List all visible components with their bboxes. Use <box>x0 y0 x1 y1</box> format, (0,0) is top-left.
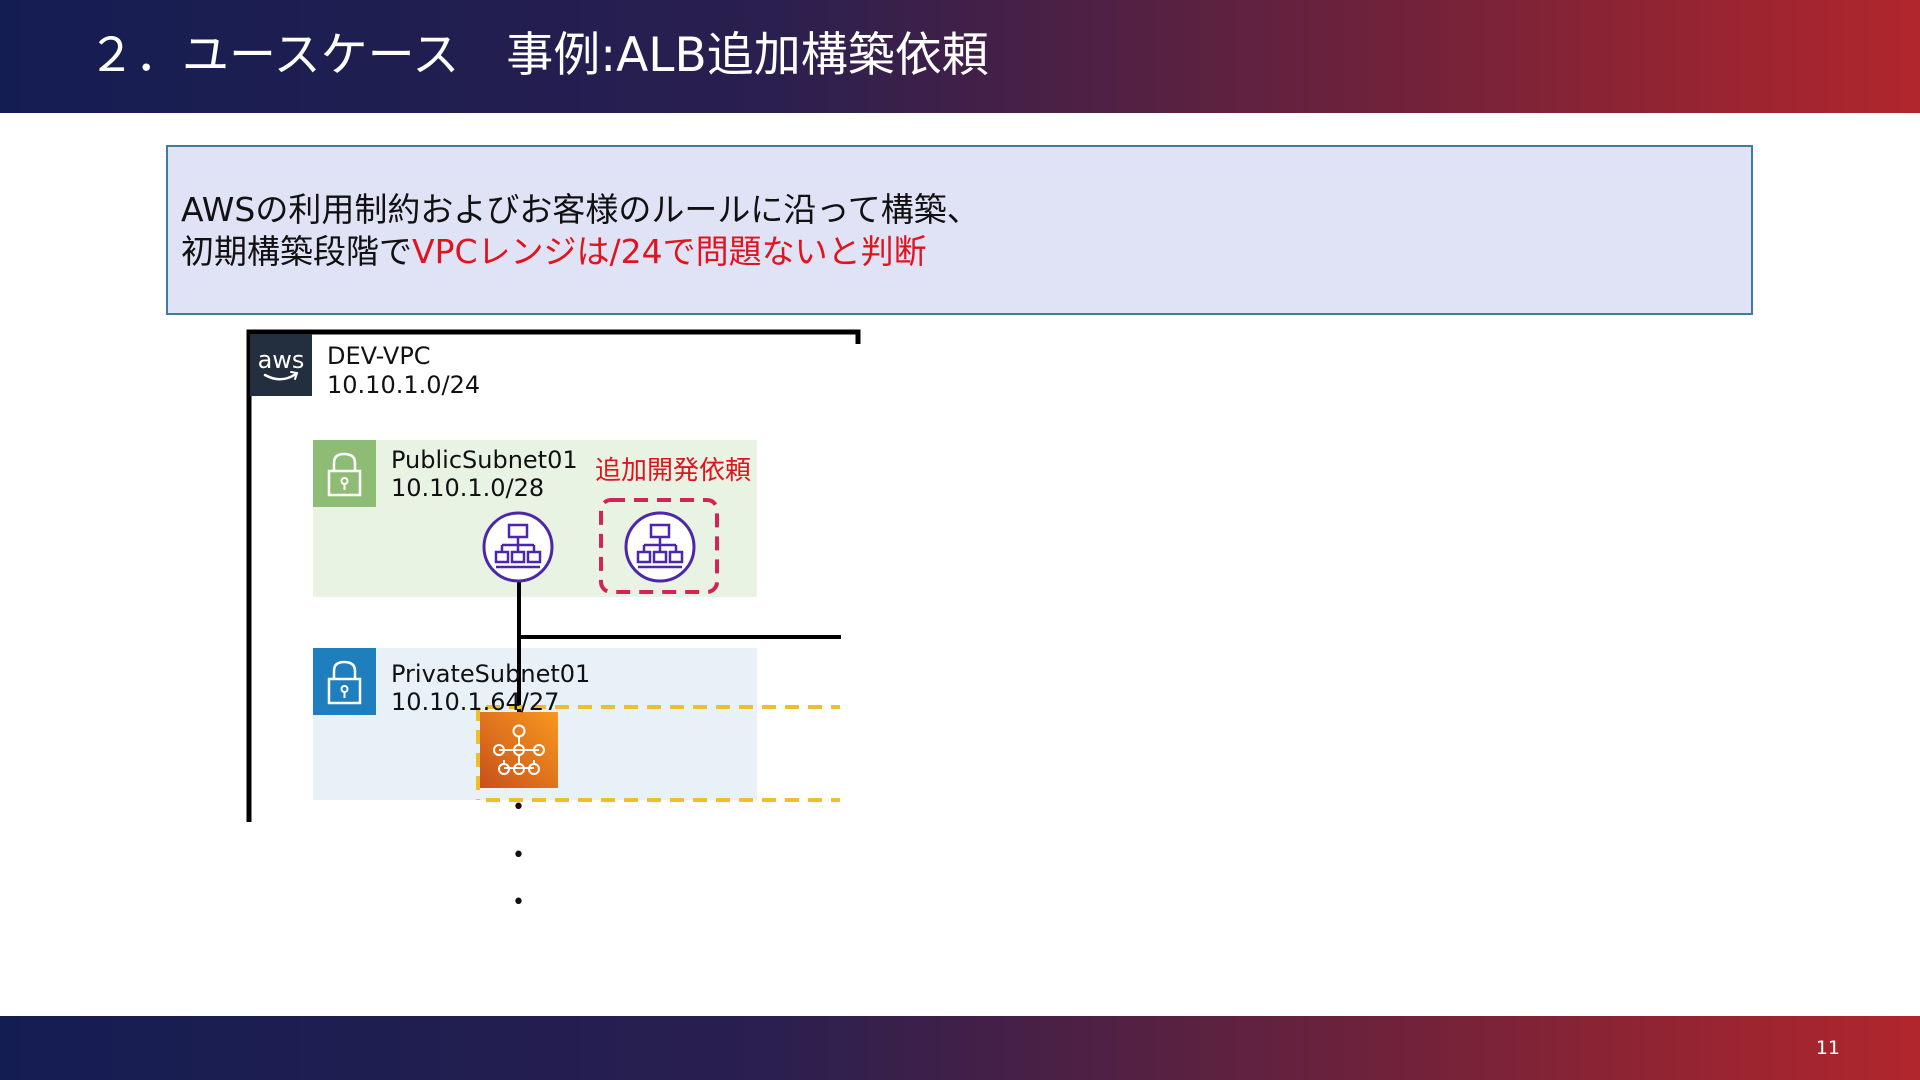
additional-request-label: 追加開発依頼 <box>595 456 752 486</box>
continuation-dot-2: • <box>512 843 525 868</box>
private-subnet-cidr: 10.10.1.64/27 <box>391 688 560 716</box>
private-subnet-lock-icon <box>313 648 376 715</box>
diagram-canvas: aws <box>246 329 861 822</box>
page-number: 11 <box>1815 1037 1840 1059</box>
slide-footer: 11 <box>0 1016 1920 1080</box>
private-subnet-name: PrivateSubnet01 <box>391 660 591 688</box>
public-subnet-lock-icon <box>313 440 376 507</box>
continuation-dot-3: • <box>512 890 525 915</box>
alb-icon <box>482 511 554 583</box>
vpc-cidr: 10.10.1.0/24 <box>327 371 481 399</box>
ecs-icon <box>480 712 558 788</box>
aws-logo-text: aws <box>258 346 305 374</box>
public-subnet-cidr: 10.10.1.0/28 <box>391 474 545 502</box>
alb-request-icon <box>624 511 696 583</box>
vpc-name: DEV-VPC <box>327 342 431 370</box>
public-subnet-name: PublicSubnet01 <box>391 446 578 474</box>
continuation-dot-1: • <box>512 795 525 820</box>
network-diagram: aws DEV-VPC 10.10.1.0/24 PublicSubnet01 … <box>0 0 1920 1080</box>
aws-logo-icon: aws <box>250 334 312 396</box>
